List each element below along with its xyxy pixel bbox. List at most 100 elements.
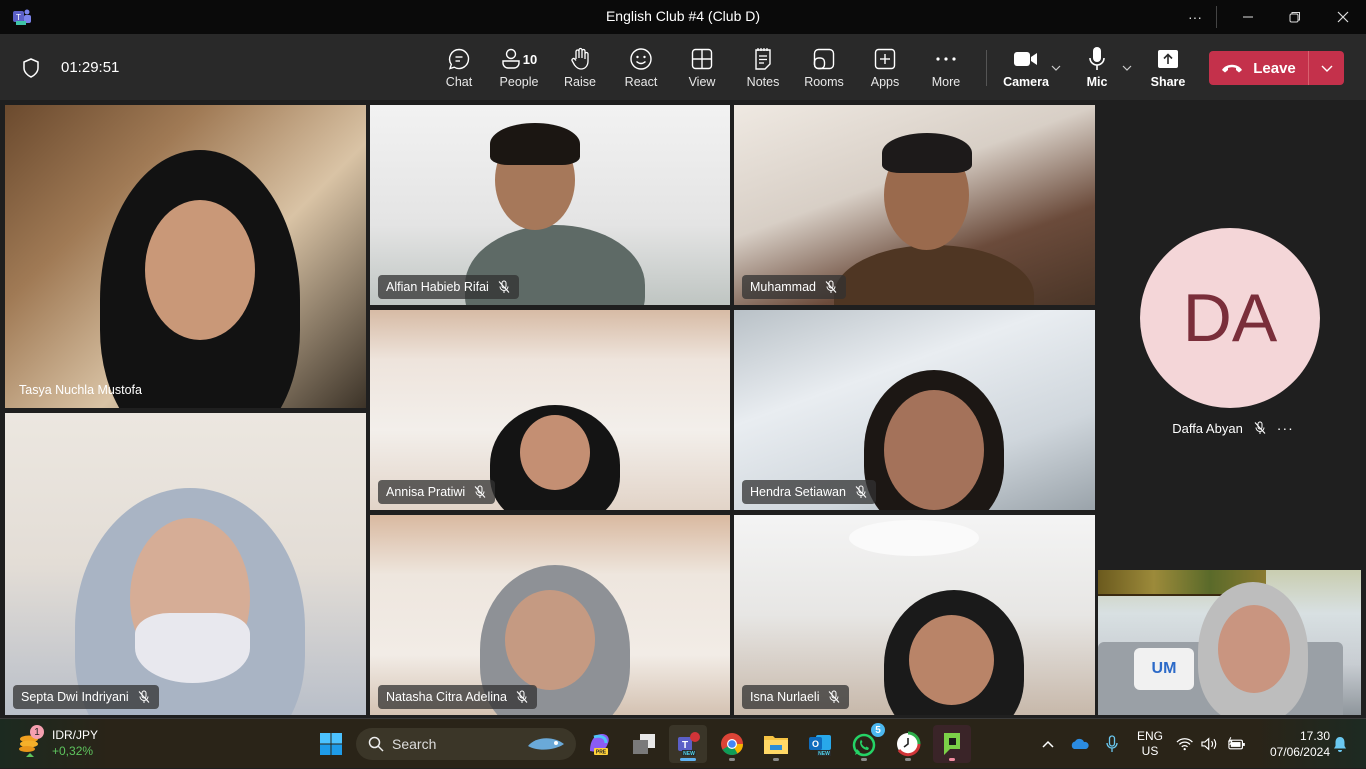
language-button[interactable]: ENG US [1132, 719, 1168, 769]
rooms-icon [813, 48, 835, 70]
taskbar-app-outlook[interactable]: O NEW [801, 725, 839, 763]
apps-button[interactable]: Apps [857, 46, 913, 92]
minimize-button[interactable] [1225, 0, 1271, 34]
video-tile[interactable]: Muhammad [734, 105, 1095, 305]
svg-text:O: O [812, 739, 819, 749]
wifi-icon [1176, 738, 1193, 751]
taskbar-app-chrome[interactable] [713, 725, 751, 763]
running-indicator [861, 758, 867, 761]
title-divider [1216, 6, 1217, 28]
svg-text:NEW: NEW [818, 751, 830, 757]
minimize-icon [1243, 16, 1253, 18]
taskbar-app-whatsapp[interactable]: 5 [845, 723, 885, 763]
onedrive-button[interactable] [1068, 719, 1092, 769]
taskbar-app-clock[interactable] [889, 725, 927, 763]
participant-face [1218, 605, 1290, 693]
title-more-button[interactable]: ··· [1172, 0, 1218, 34]
running-indicator [773, 758, 779, 761]
weather-widget[interactable]: 1 IDR/JPY +0,32% [18, 725, 98, 759]
avatar-tile[interactable]: DA Daffa Abyan ··· [1100, 100, 1366, 570]
video-tile[interactable]: Hendra Setiawan [734, 310, 1095, 510]
avatar: DA [1140, 228, 1320, 408]
mic-options-chevron-icon[interactable] [1121, 62, 1133, 74]
taskbar-search[interactable]: Search [356, 728, 576, 760]
svg-text:T: T [682, 740, 688, 751]
participant-face [505, 590, 595, 690]
participant-name: Alfian Habieb Rifai [386, 280, 489, 294]
clock-button[interactable]: 17.30 07/06/2024 [1254, 719, 1330, 769]
mic-off-icon [829, 690, 840, 703]
onedrive-cloud-icon [1071, 738, 1089, 749]
plus-square-icon [874, 48, 896, 70]
chevron-down-icon [1321, 65, 1332, 72]
taskbar-app-file-explorer[interactable] [757, 725, 795, 763]
participant-name: Hendra Setiawan [750, 485, 846, 499]
video-tile[interactable]: Annisa Pratiwi [370, 310, 730, 510]
participant-name-tag: Muhammad [742, 275, 846, 299]
share-icon [1158, 50, 1178, 68]
green-app-icon [944, 733, 960, 755]
notifications-button[interactable] [1330, 719, 1350, 769]
quick-settings-button[interactable] [1176, 719, 1246, 769]
leave-options-button[interactable] [1309, 51, 1344, 85]
shield-icon[interactable] [22, 58, 40, 78]
camera-button[interactable]: Camera [998, 46, 1054, 92]
more-button[interactable]: More [918, 46, 974, 92]
react-label: React [624, 75, 658, 89]
chat-button[interactable]: Chat [431, 46, 487, 92]
notes-button[interactable]: Notes [735, 46, 791, 92]
participant-name: Isna Nurlaeli [750, 690, 820, 704]
participant-face [909, 615, 994, 705]
running-indicator [949, 758, 955, 761]
video-tile[interactable]: Tasya Nuchla Mustofa [5, 105, 366, 408]
smiley-icon [630, 48, 652, 70]
people-button[interactable]: 10 People [491, 46, 547, 92]
mic-off-icon [1254, 421, 1266, 434]
pillow: UM [1134, 648, 1194, 690]
leave-button-group: Leave [1209, 51, 1344, 85]
restore-button[interactable] [1272, 0, 1318, 34]
chevron-up-icon [1042, 740, 1054, 748]
close-button[interactable] [1320, 0, 1366, 34]
participant-name-tag: Tasya Nuchla Mustofa [13, 378, 150, 402]
taskbar-app-teams[interactable]: T NEW [669, 725, 707, 763]
mic-button[interactable]: Mic [1069, 46, 1125, 92]
camera-options-chevron-icon[interactable] [1050, 62, 1062, 74]
rooms-button[interactable]: Rooms [796, 46, 852, 92]
face-mask [135, 613, 250, 683]
hand-icon [571, 47, 589, 70]
mic-tray-icon [1106, 735, 1118, 752]
notes-icon [755, 48, 771, 70]
close-icon [1337, 11, 1349, 23]
apps-label: Apps [870, 75, 900, 89]
video-tile[interactable]: Natasha Citra Adelina [370, 515, 730, 715]
people-label: People [499, 75, 539, 89]
mic-off-icon [855, 485, 867, 498]
self-view-tile[interactable]: UM [1098, 570, 1361, 715]
svg-text:PRE: PRE [596, 750, 607, 756]
people-icon [502, 48, 520, 69]
active-indicator [680, 758, 696, 761]
taskbar-app-task-view[interactable] [625, 725, 663, 763]
raise-hand-button[interactable]: Raise [552, 46, 608, 92]
participant-name-tag: Hendra Setiawan [742, 480, 876, 504]
taskbar-app-copilot[interactable]: PRE [580, 725, 618, 763]
search-icon [368, 736, 384, 752]
video-tile[interactable]: Isna Nurlaeli [734, 515, 1095, 715]
ellipsis-icon [936, 57, 956, 61]
view-button[interactable]: View [674, 46, 730, 92]
video-tile[interactable]: Alfian Habieb Rifai [370, 105, 730, 305]
react-button[interactable]: React [613, 46, 669, 92]
windows-taskbar: 1 IDR/JPY +0,32% Search PRE T NEW O NEW 5 [0, 718, 1366, 768]
leave-button[interactable]: Leave [1209, 51, 1309, 85]
video-tile[interactable]: Septa Dwi Indriyani [5, 413, 366, 715]
more-label: More [931, 75, 961, 89]
participant-hair [882, 133, 972, 173]
participant-more-options-icon[interactable]: ··· [1277, 420, 1294, 436]
microphone-tray-button[interactable] [1102, 719, 1122, 769]
start-button[interactable] [312, 725, 350, 763]
share-button[interactable]: Share [1140, 46, 1196, 92]
taskbar-app-green[interactable] [933, 725, 971, 763]
participant-name: Septa Dwi Indriyani [21, 690, 129, 704]
show-hidden-icons-button[interactable] [1038, 719, 1058, 769]
